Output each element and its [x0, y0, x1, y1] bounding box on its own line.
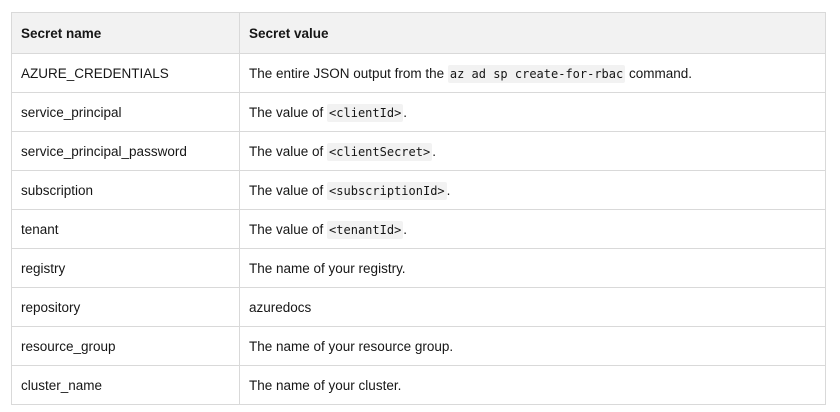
secret-value-cell: The name of your cluster.	[239, 365, 826, 405]
inline-code: <clientId>	[327, 103, 404, 122]
table-row: registry The name of your registry.	[11, 248, 826, 288]
secret-value-cell: The value of <clientSecret>.	[239, 131, 826, 171]
secret-value-cell: The value of <clientId>.	[239, 92, 826, 132]
value-text: The entire JSON output from the	[249, 65, 448, 81]
table-body: AZURE_CREDENTIALS The entire JSON output…	[11, 53, 826, 405]
header-row: Secret name Secret value	[11, 12, 826, 54]
secret-name-cell: service_principal_password	[11, 131, 240, 171]
value-text-suffix: .	[432, 143, 436, 159]
inline-code: <clientSecret>	[327, 142, 433, 161]
header-secret-value: Secret value	[239, 12, 826, 54]
secret-value-cell: The entire JSON output from the az ad sp…	[239, 53, 826, 93]
table-row: service_principal The value of <clientId…	[11, 92, 826, 132]
table-header: Secret name Secret value	[11, 12, 826, 54]
value-text: The value of	[249, 104, 328, 120]
secret-name-cell: resource_group	[11, 326, 240, 366]
secret-name-cell: tenant	[11, 209, 240, 249]
secret-name-cell: subscription	[11, 170, 240, 210]
table-row: cluster_name The name of your cluster.	[11, 365, 826, 405]
secrets-table: Secret name Secret value AZURE_CREDENTIA…	[11, 12, 826, 405]
table-row: subscription The value of <subscriptionI…	[11, 170, 826, 210]
secret-value-cell: The value of <tenantId>.	[239, 209, 826, 249]
table-row: service_principal_password The value of …	[11, 131, 826, 171]
secret-name-cell: service_principal	[11, 92, 240, 132]
table-row: resource_group The name of your resource…	[11, 326, 826, 366]
table-row: repository azuredocs	[11, 287, 826, 327]
header-secret-name: Secret name	[11, 12, 240, 54]
inline-code: az ad sp create-for-rbac	[447, 64, 626, 83]
value-text-suffix: .	[446, 182, 451, 198]
value-text: The value of	[249, 143, 328, 159]
secret-value-cell: The name of your registry.	[239, 248, 826, 288]
value-text-suffix: .	[403, 104, 408, 120]
value-text-suffix: .	[403, 221, 408, 237]
inline-code: <tenantId>	[327, 220, 404, 239]
secret-value-cell: The name of your resource group.	[239, 326, 826, 366]
table-row: tenant The value of <tenantId>.	[11, 209, 826, 249]
secret-value-cell: The value of <subscriptionId>.	[239, 170, 826, 210]
value-text: The value of	[249, 182, 328, 198]
secret-name-cell: repository	[11, 287, 240, 327]
secret-value-cell: azuredocs	[239, 287, 826, 327]
inline-code: <subscriptionId>	[327, 181, 447, 200]
secret-name-cell: cluster_name	[11, 365, 240, 405]
value-text-suffix: command.	[625, 65, 693, 81]
table-row: AZURE_CREDENTIALS The entire JSON output…	[11, 53, 826, 93]
secret-name-cell: AZURE_CREDENTIALS	[11, 53, 240, 93]
secret-name-cell: registry	[11, 248, 240, 288]
value-text: The value of	[249, 221, 328, 237]
